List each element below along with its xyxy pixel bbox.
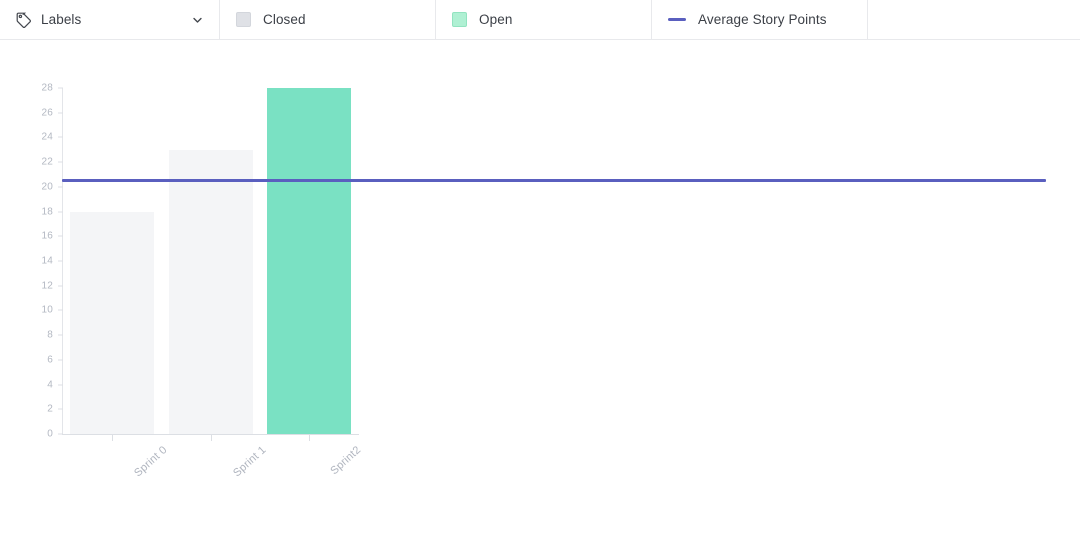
y-axis-tick-mark (58, 112, 63, 114)
y-axis-tick: 26 (41, 107, 63, 118)
y-axis-tick-label: 10 (41, 304, 53, 316)
chart-canvas: 0 2 4 6 8 10 12 14 16 18 20 22 24 26 28 Sprint 0 Sprint … (0, 40, 1080, 537)
chart-bar[interactable] (168, 149, 253, 434)
tag-icon (16, 12, 31, 28)
y-axis-tick-mark (58, 359, 63, 361)
y-axis-tick-mark (58, 136, 63, 138)
y-axis-tick-mark (58, 260, 63, 262)
x-axis-tick-label: Sprint2 (328, 444, 364, 478)
y-axis-tick-label: 24 (41, 131, 53, 143)
y-axis-tick: 10 (41, 305, 63, 316)
y-axis-tick-label: 8 (47, 329, 53, 341)
y-axis-tick-label: 18 (41, 206, 53, 218)
chart-bar[interactable] (70, 211, 155, 434)
legend-empty-space (868, 0, 1080, 39)
y-axis-tick: 20 (41, 181, 63, 192)
y-axis-tick-mark (58, 433, 63, 435)
labels-filter-label: Labels (41, 12, 82, 27)
y-axis-tick-label: 28 (41, 82, 53, 94)
y-axis-tick-mark (58, 384, 63, 386)
y-axis-tick: 16 (41, 231, 63, 242)
y-axis-tick: 12 (41, 280, 63, 291)
x-axis-tick-mark (308, 434, 310, 441)
y-axis-tick-label: 22 (41, 156, 53, 168)
x-axis-tick-label: Sprint 1 (230, 444, 269, 480)
plot-region: 0 2 4 6 8 10 12 14 16 18 20 22 24 26 28 Sprint 0 Sprint … (41, 83, 1046, 479)
legend-item-average-story-points[interactable]: Average Story Points (652, 0, 868, 39)
y-axis-tick-label: 16 (41, 230, 53, 242)
y-axis-tick: 18 (41, 206, 63, 217)
chart-bar[interactable] (266, 88, 351, 434)
legend-item-open[interactable]: Open (436, 0, 652, 39)
y-axis-tick-mark (58, 235, 63, 237)
y-axis-tick: 14 (41, 256, 63, 267)
x-axis-tick-mark (112, 434, 114, 441)
story-points-chart-panel: Labels Closed Open Average Story Points … (0, 0, 1080, 537)
y-axis-tick: 22 (41, 157, 63, 168)
chart-legend-bar: Labels Closed Open Average Story Points (0, 0, 1080, 40)
average-story-points-line (62, 179, 1046, 183)
y-axis-tick-label: 6 (47, 354, 53, 366)
y-axis-tick-label: 0 (47, 428, 53, 440)
y-axis-tick: 2 (47, 404, 63, 415)
x-axis-tick-label: Sprint 0 (132, 444, 170, 480)
y-axis-tick-mark (58, 309, 63, 311)
labels-filter-dropdown[interactable]: Labels (0, 0, 220, 39)
legend-label-open: Open (479, 12, 513, 27)
y-axis-tick: 4 (47, 379, 63, 390)
y-axis-tick-mark (58, 285, 63, 287)
y-axis-tick: 8 (47, 330, 63, 341)
chevron-down-icon[interactable] (192, 14, 203, 25)
y-axis-tick-label: 26 (41, 107, 53, 119)
y-axis-tick-mark (58, 186, 63, 188)
legend-item-closed[interactable]: Closed (220, 0, 436, 39)
y-axis-tick-label: 20 (41, 181, 53, 193)
y-axis-tick-mark (58, 87, 63, 89)
y-axis-tick: 24 (41, 132, 63, 143)
legend-swatch-open-icon (452, 12, 467, 27)
y-axis-tick-mark (58, 211, 63, 213)
y-axis-tick: 0 (47, 429, 63, 440)
y-axis-tick-mark (58, 334, 63, 336)
x-axis-tick-mark (210, 434, 212, 441)
legend-label-closed: Closed (263, 12, 306, 27)
y-axis-tick: 28 (41, 83, 63, 94)
y-axis-tick-label: 12 (41, 280, 53, 292)
y-axis-tick-mark (58, 161, 63, 163)
y-axis-tick-mark (58, 408, 63, 410)
legend-line-average-icon (668, 18, 686, 21)
y-axis-tick-label: 4 (47, 379, 53, 391)
y-axis-tick: 6 (47, 354, 63, 365)
legend-swatch-closed-icon (236, 12, 251, 27)
y-axis-tick-label: 14 (41, 255, 53, 267)
bar-group (63, 88, 358, 434)
y-axis-tick-label: 2 (47, 403, 53, 415)
legend-label-average: Average Story Points (698, 12, 827, 27)
